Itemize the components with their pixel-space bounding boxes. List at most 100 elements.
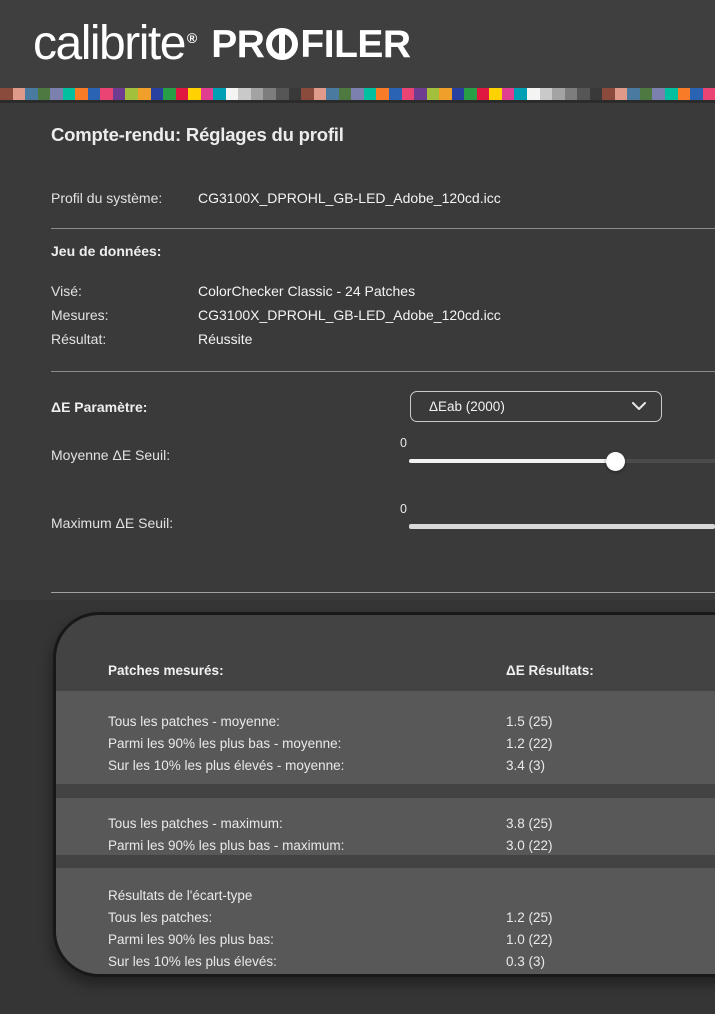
row-value: 1.0 (22): [506, 929, 715, 951]
row-label: Parmi les 90% les plus bas - moyenne:: [108, 733, 506, 755]
divider: [51, 371, 715, 372]
delta-e-parameter-select[interactable]: ΔEab (2000): [410, 391, 662, 422]
table-row: Tous les patches - maximum: 3.8 (25): [56, 813, 715, 835]
color-patch: [690, 88, 703, 100]
results-band-stddev: Résultats de l'écart-type Tous les patch…: [56, 868, 715, 974]
color-patch: [590, 88, 603, 100]
col-header-patches: Patches mesurés:: [108, 660, 506, 682]
result-label: Résultat:: [51, 331, 106, 347]
color-patch: [627, 88, 640, 100]
color-patch: [100, 88, 113, 100]
max-de-threshold-value: 0: [400, 502, 407, 516]
table-row: Sur les 10% les plus élevés - moyenne: 3…: [56, 755, 715, 777]
col-header-de-results: ΔE Résultats:: [506, 660, 715, 682]
color-patch: [276, 88, 289, 100]
band-gap: [56, 855, 715, 868]
system-profile-label: Profil du système:: [51, 190, 162, 206]
color-patch: [502, 88, 515, 100]
color-patch: [464, 88, 477, 100]
row-value: 1.5 (25): [506, 711, 715, 733]
table-row: Sur les 10% les plus élevés: 0.3 (3): [56, 951, 715, 973]
brand-wordmark: calibrite: [33, 20, 185, 68]
table-row: Tous les patches - moyenne: 1.5 (25): [56, 711, 715, 733]
color-patch: [314, 88, 327, 100]
profiler-window: calibrite ® PR FILER Compte-rendu: Régla…: [0, 0, 715, 1014]
color-patch: [678, 88, 691, 100]
color-patch: [489, 88, 502, 100]
max-de-threshold-label: Maximum ΔE Seuil:: [51, 515, 173, 531]
stripe-divider: [0, 100, 715, 103]
color-patch: [213, 88, 226, 100]
dataset-heading: Jeu de données:: [51, 243, 161, 259]
mean-de-threshold-value: 0: [400, 436, 407, 450]
color-patch: [226, 88, 239, 100]
mean-de-slider-track-filled[interactable]: [409, 459, 616, 463]
app-header: calibrite ® PR FILER: [0, 0, 715, 88]
color-patch: [113, 88, 126, 100]
calibrite-logo: calibrite ® PR FILER: [0, 20, 411, 68]
delta-e-parameter-label: ΔE Paramètre:: [51, 399, 147, 415]
target-label: Visé:: [51, 283, 82, 299]
color-patch: [201, 88, 214, 100]
color-patch: [125, 88, 138, 100]
mean-de-slider-thumb[interactable]: [606, 452, 625, 471]
row-value: 3.0 (22): [506, 835, 715, 857]
color-patch: [376, 88, 389, 100]
product-filer: FILER: [300, 25, 410, 64]
row-value: 3.8 (25): [506, 813, 715, 835]
row-value: 3.4 (3): [506, 755, 715, 777]
registered-mark: ®: [187, 30, 197, 46]
color-patch: [389, 88, 402, 100]
results-band-max: Tous les patches - maximum: 3.8 (25) Par…: [56, 798, 715, 855]
table-row: Tous les patches: 1.2 (25): [56, 907, 715, 929]
color-patch: [602, 88, 615, 100]
color-patch: [63, 88, 76, 100]
color-patch: [577, 88, 590, 100]
measurements-value: CG3100X_DPROHL_GB-LED_Adobe_120cd.icc: [198, 307, 501, 323]
color-patch: [452, 88, 465, 100]
color-patch: [514, 88, 527, 100]
color-patch: [552, 88, 565, 100]
row-value: 1.2 (22): [506, 733, 715, 755]
color-patch: [402, 88, 415, 100]
table-row: Parmi les 90% les plus bas - maximum: 3.…: [56, 835, 715, 857]
mean-de-threshold-label: Moyenne ΔE Seuil:: [51, 447, 170, 463]
target-value: ColorChecker Classic - 24 Patches: [198, 283, 415, 299]
color-patch: [565, 88, 578, 100]
result-value: Réussite: [198, 331, 252, 347]
color-patch: [263, 88, 276, 100]
color-patch: [540, 88, 553, 100]
table-row: Résultats de l'écart-type: [56, 885, 715, 907]
row-label: Tous les patches - maximum:: [108, 813, 506, 835]
color-patch: [0, 88, 13, 100]
mean-de-slider-track[interactable]: [616, 459, 715, 463]
row-value: 0.3 (3): [506, 951, 715, 973]
color-patch: [176, 88, 189, 100]
row-value: [506, 885, 715, 907]
color-patch: [301, 88, 314, 100]
color-patch: [75, 88, 88, 100]
color-patch: [665, 88, 678, 100]
divider: [51, 592, 715, 593]
color-patch: [25, 88, 38, 100]
color-patch: [439, 88, 452, 100]
color-patch: [339, 88, 352, 100]
max-de-slider-track[interactable]: [409, 524, 715, 529]
color-patch: [351, 88, 364, 100]
color-patch: [88, 88, 101, 100]
row-label: Parmi les 90% les plus bas:: [108, 929, 506, 951]
color-patch: [251, 88, 264, 100]
color-patch: [38, 88, 51, 100]
table-row: Parmi les 90% les plus bas: 1.0 (22): [56, 929, 715, 951]
color-patch: [289, 88, 302, 100]
color-patch: [238, 88, 251, 100]
row-label: Parmi les 90% les plus bas - maximum:: [108, 835, 506, 857]
page-title: Compte-rendu: Réglages du profil: [51, 124, 344, 146]
color-patch: [364, 88, 377, 100]
product-pr: PR: [211, 25, 264, 64]
color-patch: [640, 88, 653, 100]
color-patch: [477, 88, 490, 100]
color-patch: [13, 88, 26, 100]
row-label: Sur les 10% les plus élevés:: [108, 951, 506, 973]
color-patch: [188, 88, 201, 100]
